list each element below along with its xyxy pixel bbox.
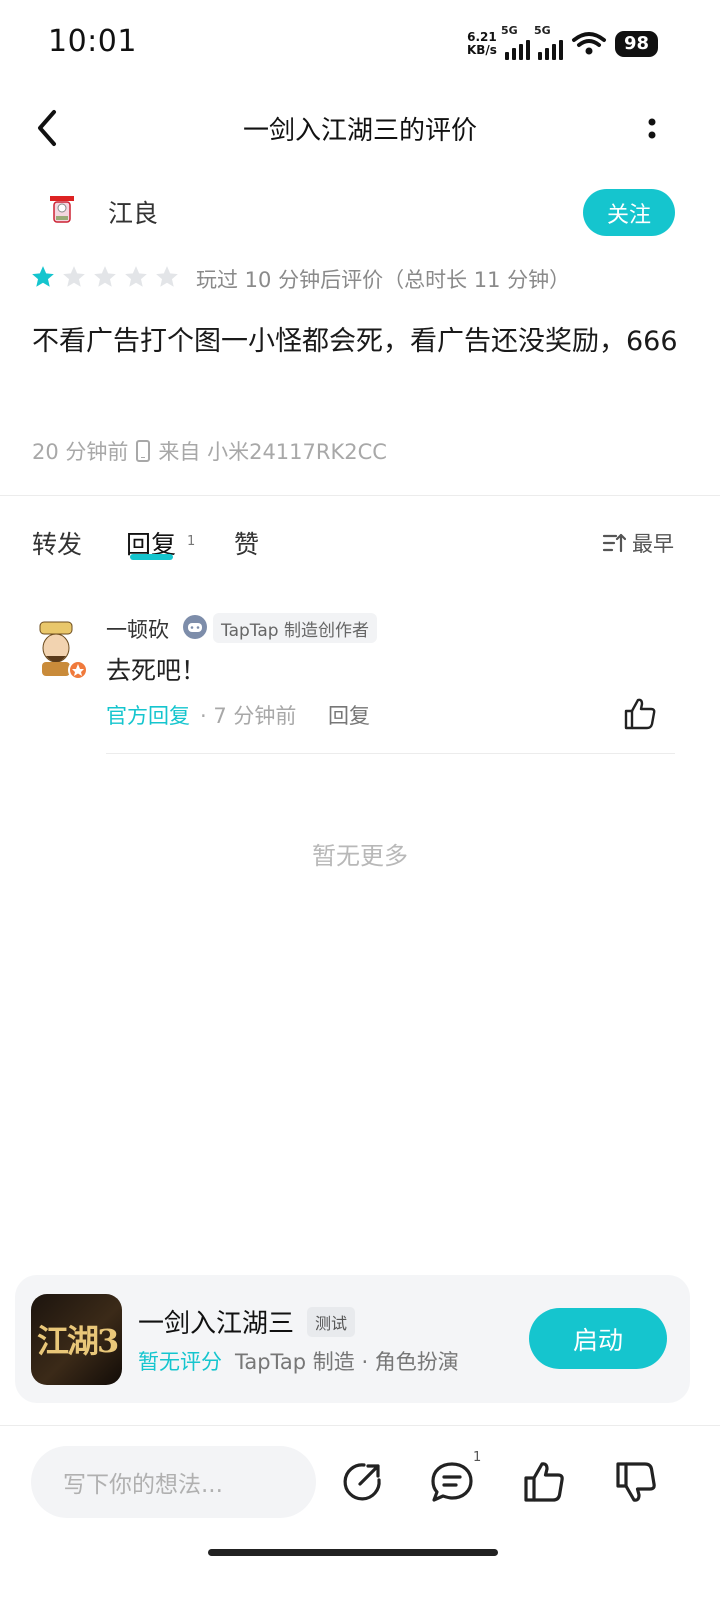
author-avatar[interactable] xyxy=(40,190,84,234)
status-icons: 6.21 KB/s 5G 5G 98 xyxy=(467,24,658,62)
game-icon-text: 江湖3 xyxy=(37,1322,119,1360)
reply-button[interactable]: 回复 xyxy=(328,700,370,730)
game-name[interactable]: 一剑入江湖三 xyxy=(138,1303,294,1340)
review-source: 来自 小米24117RK2CC xyxy=(158,440,387,464)
star-empty-icon xyxy=(156,266,178,287)
battery-icon: 98 xyxy=(614,31,658,57)
author-name[interactable]: 江良 xyxy=(108,194,158,230)
star-empty-icon xyxy=(63,266,85,287)
sort-label: 最早 xyxy=(632,532,674,556)
no-more-text: 暂无更多 xyxy=(312,842,408,870)
tab-like[interactable]: 赞 xyxy=(234,525,259,561)
rating-stars xyxy=(30,264,180,290)
divider xyxy=(0,1425,720,1426)
game-rating: 暂无评分 xyxy=(138,1350,222,1374)
wifi-icon xyxy=(571,32,606,55)
star-empty-icon xyxy=(94,266,116,287)
comment-count: 1 xyxy=(473,1450,482,1465)
gamepad-icon xyxy=(188,623,202,632)
official-reply-label: 官方回复 xyxy=(106,704,190,728)
network-speed: 6.21 KB/s xyxy=(467,31,497,57)
sort-icon xyxy=(602,533,626,553)
more-options-icon[interactable] xyxy=(640,114,664,144)
rating-note: 玩过 10 分钟后评价（总时长 11 分钟） xyxy=(196,268,571,292)
comment-text: 去死吧！ xyxy=(106,656,207,685)
reply-count: 1 xyxy=(187,534,196,549)
share-icon[interactable] xyxy=(338,1458,386,1506)
sort-button[interactable]: 最早 xyxy=(602,528,674,558)
commenter-name[interactable]: 一顿砍 xyxy=(106,614,169,644)
divider xyxy=(0,495,720,496)
star-empty-icon xyxy=(125,266,147,287)
game-icon[interactable]: 江湖3 xyxy=(31,1294,122,1385)
signal-icon: 5G xyxy=(534,24,563,60)
avatar-image xyxy=(40,190,84,234)
review-meta: 20 分钟前 来自 小米24117RK2CC xyxy=(32,436,387,466)
net-speed-unit: KB/s xyxy=(466,43,497,57)
status-time: 10:01 xyxy=(48,24,137,59)
star-filled-icon xyxy=(32,266,54,287)
thumbs-up-icon[interactable] xyxy=(520,1458,568,1506)
comment-time: · 7 分钟前 xyxy=(200,704,297,728)
follow-button[interactable]: 关注 xyxy=(583,189,675,236)
comment-icon[interactable] xyxy=(428,1458,476,1506)
tab-repost[interactable]: 转发 xyxy=(32,525,82,561)
commenter-avatar[interactable] xyxy=(32,620,88,680)
signal-icon: 5G xyxy=(501,24,530,60)
launch-button[interactable]: 启动 xyxy=(529,1308,667,1369)
phone-icon xyxy=(136,440,151,462)
creator-badge: TapTap 制造创作者 xyxy=(213,613,377,643)
signal-label: 5G xyxy=(533,24,551,37)
thumbs-down-icon[interactable] xyxy=(612,1458,660,1506)
test-tag: 测试 xyxy=(307,1307,356,1337)
game-meta: TapTap 制造 · 角色扮演 xyxy=(235,1350,459,1374)
thumbs-up-icon[interactable] xyxy=(622,696,658,732)
page-title: 一剑入江湖三的评价 xyxy=(242,116,477,146)
avatar-image xyxy=(39,621,88,680)
signal-label: 5G xyxy=(500,24,518,37)
gamepad-badge-icon xyxy=(183,615,207,639)
tab-active-indicator xyxy=(130,554,173,560)
home-indicator[interactable] xyxy=(208,1549,498,1556)
review-time: 20 分钟前 xyxy=(32,440,129,464)
review-content: 不看广告打个图一小怪都会死，看广告还没奖励，666 xyxy=(32,326,678,357)
comment-input[interactable]: 写下你的想法... xyxy=(31,1446,316,1518)
divider xyxy=(106,753,675,754)
